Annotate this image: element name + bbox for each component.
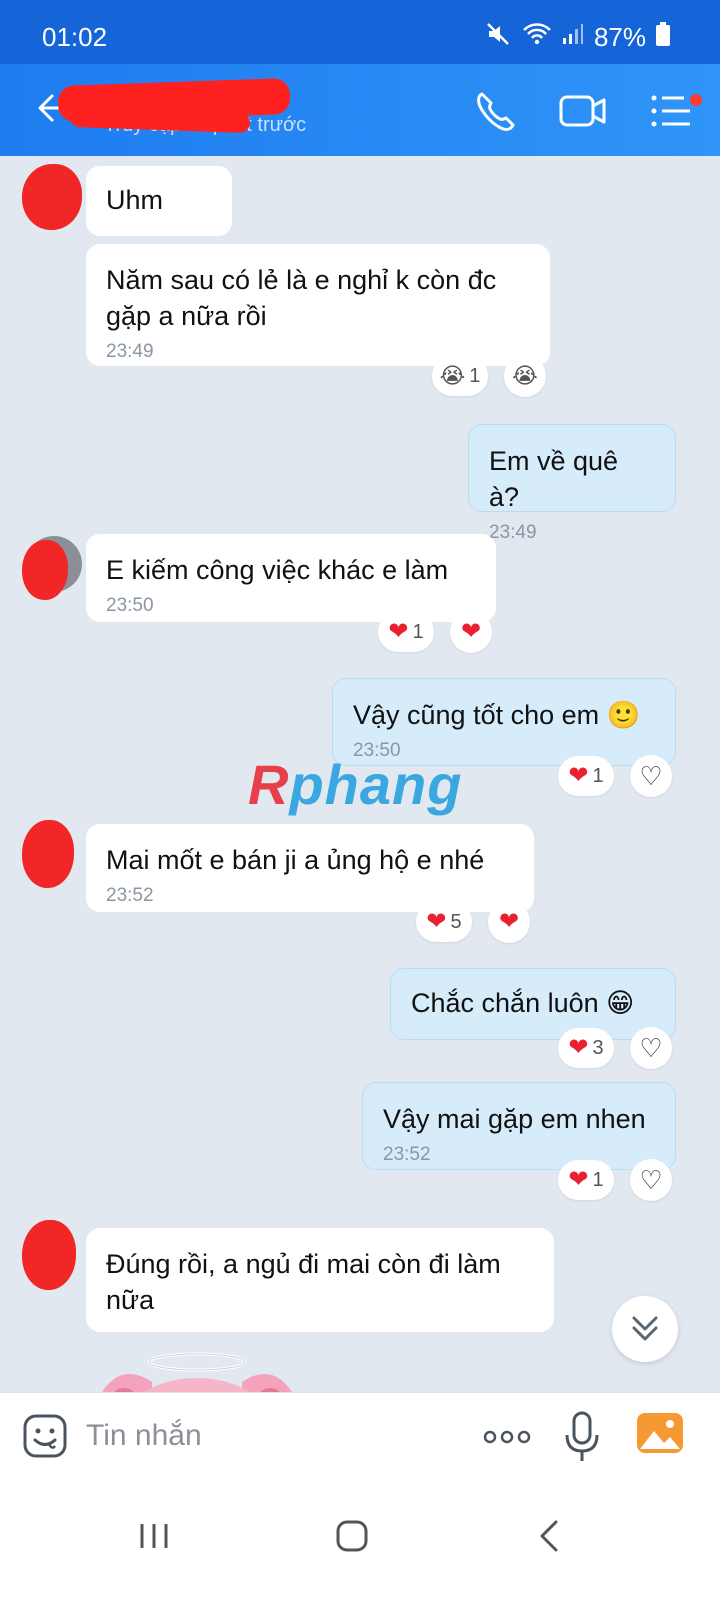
- reaction-count: 1: [469, 364, 481, 387]
- message-text: Năm sau có lẻ là e nghỉ k còn đc gặp a n…: [106, 265, 497, 331]
- chevron-double-down-icon: [632, 1316, 658, 1341]
- heart-outline-icon: ♡: [639, 1033, 663, 1063]
- message-outgoing[interactable]: Chắc chắn luôn 😁: [390, 968, 676, 1040]
- message-text: Đúng rồi, a ngủ đi mai còn đi làm nữa: [106, 1249, 501, 1315]
- heart-outline-icon: ♡: [639, 1165, 663, 1195]
- message-outgoing[interactable]: Vậy mai gặp em nhen 23:52: [362, 1082, 676, 1170]
- message-incoming[interactable]: Năm sau có lẻ là e nghỉ k còn đc gặp a n…: [86, 244, 550, 366]
- reaction-button[interactable]: 😭: [504, 355, 546, 397]
- crying-emoji-icon: 😭: [439, 363, 466, 388]
- battery-level: 87%: [593, 22, 646, 52]
- heart-icon: ❤: [568, 1034, 589, 1061]
- reaction-summary[interactable]: ❤ 1: [558, 756, 614, 796]
- heart-icon: ❤: [426, 908, 447, 935]
- heart-icon: ❤: [568, 1166, 589, 1193]
- message-time: 23:49: [489, 522, 537, 543]
- phone-icon[interactable]: [470, 86, 520, 136]
- reaction-count: 3: [592, 1036, 604, 1059]
- message-text: Chắc chắn luôn 😁: [411, 988, 635, 1018]
- message-text: Mai mốt e bán ji a ủng hộ e nhé: [106, 845, 485, 875]
- reaction-summary[interactable]: ❤ 1: [558, 1160, 614, 1200]
- watermark-logo: Rphang: [248, 753, 463, 816]
- reaction-count: 1: [412, 620, 424, 643]
- reaction-count: 1: [592, 1168, 604, 1191]
- heart-icon: ❤: [568, 762, 589, 789]
- heart-icon: ❤: [460, 618, 482, 645]
- scroll-to-bottom-button[interactable]: [612, 1296, 678, 1362]
- status-icons: 87%: [486, 22, 670, 53]
- heart-reaction-button[interactable]: ❤: [488, 901, 530, 943]
- heart-reaction-button[interactable]: ♡: [630, 1159, 672, 1201]
- status-time: 01:02: [42, 22, 108, 52]
- message-incoming[interactable]: Mai mốt e bán ji a ủng hộ e nhé 23:52: [86, 824, 534, 912]
- chat-area[interactable]: Uhm Năm sau có lẻ là e nghỉ k còn đc gặp…: [0, 156, 720, 1421]
- heart-reaction-button[interactable]: ❤: [450, 611, 492, 653]
- microphone-icon[interactable]: [564, 1411, 600, 1463]
- signal-icon: [562, 23, 584, 52]
- message-input[interactable]: Tin nhắn: [86, 1419, 202, 1453]
- more-icon[interactable]: [482, 1417, 532, 1457]
- nav-back-icon[interactable]: [520, 1506, 580, 1566]
- message-input-bar: Tin nhắn: [0, 1392, 720, 1482]
- mute-icon: [486, 22, 512, 53]
- reaction-summary[interactable]: ❤ 3: [558, 1028, 614, 1068]
- image-icon[interactable]: [636, 1411, 684, 1455]
- menu-list-icon[interactable]: [648, 86, 698, 136]
- chat-header: Truy cập 11 phút trước: [0, 64, 720, 156]
- message-text: Uhm: [106, 185, 164, 215]
- emoji-icon[interactable]: [22, 1413, 68, 1459]
- video-camera-icon[interactable]: [558, 86, 608, 136]
- message-text: E kiếm công việc khác e làm: [106, 555, 449, 585]
- heart-icon: ❤: [498, 908, 520, 935]
- message-incoming[interactable]: Uhm: [86, 166, 232, 236]
- heart-reaction-button[interactable]: ♡: [630, 1027, 672, 1069]
- reaction-summary[interactable]: ❤ 1: [378, 612, 434, 652]
- message-incoming[interactable]: E kiếm công việc khác e làm 23:50: [86, 534, 496, 622]
- avatar[interactable]: [22, 1220, 82, 1290]
- home-icon[interactable]: [322, 1506, 382, 1566]
- wifi-icon: [522, 22, 552, 53]
- reaction-summary[interactable]: ❤ 5: [416, 902, 472, 942]
- system-nav-bar: [0, 1482, 720, 1600]
- battery-icon: [656, 22, 670, 53]
- message-text: Vậy cũng tốt cho em 🙂: [353, 700, 641, 730]
- heart-outline-icon: ♡: [639, 761, 663, 791]
- reaction-count: 5: [450, 910, 462, 933]
- reaction-summary[interactable]: 😭 1: [432, 356, 488, 396]
- notification-dot: [690, 94, 702, 106]
- heart-icon: ❤: [388, 618, 409, 645]
- crying-emoji-icon: 😭: [512, 363, 538, 388]
- status-bar: 01:02 87%: [0, 0, 720, 64]
- avatar[interactable]: [22, 164, 82, 230]
- heart-reaction-button[interactable]: ♡: [630, 755, 672, 797]
- message-incoming[interactable]: Đúng rồi, a ngủ đi mai còn đi làm nữa: [86, 1228, 554, 1332]
- message-text: Vậy mai gặp em nhen: [383, 1104, 646, 1134]
- reaction-count: 1: [592, 764, 604, 787]
- message-text: Em về quê à?: [489, 446, 619, 512]
- avatar[interactable]: [22, 820, 82, 888]
- message-time: 23:52: [383, 1144, 431, 1165]
- recent-apps-icon[interactable]: [124, 1506, 184, 1566]
- message-outgoing[interactable]: Em về quê à? 23:49: [468, 424, 676, 543]
- avatar[interactable]: [22, 534, 82, 600]
